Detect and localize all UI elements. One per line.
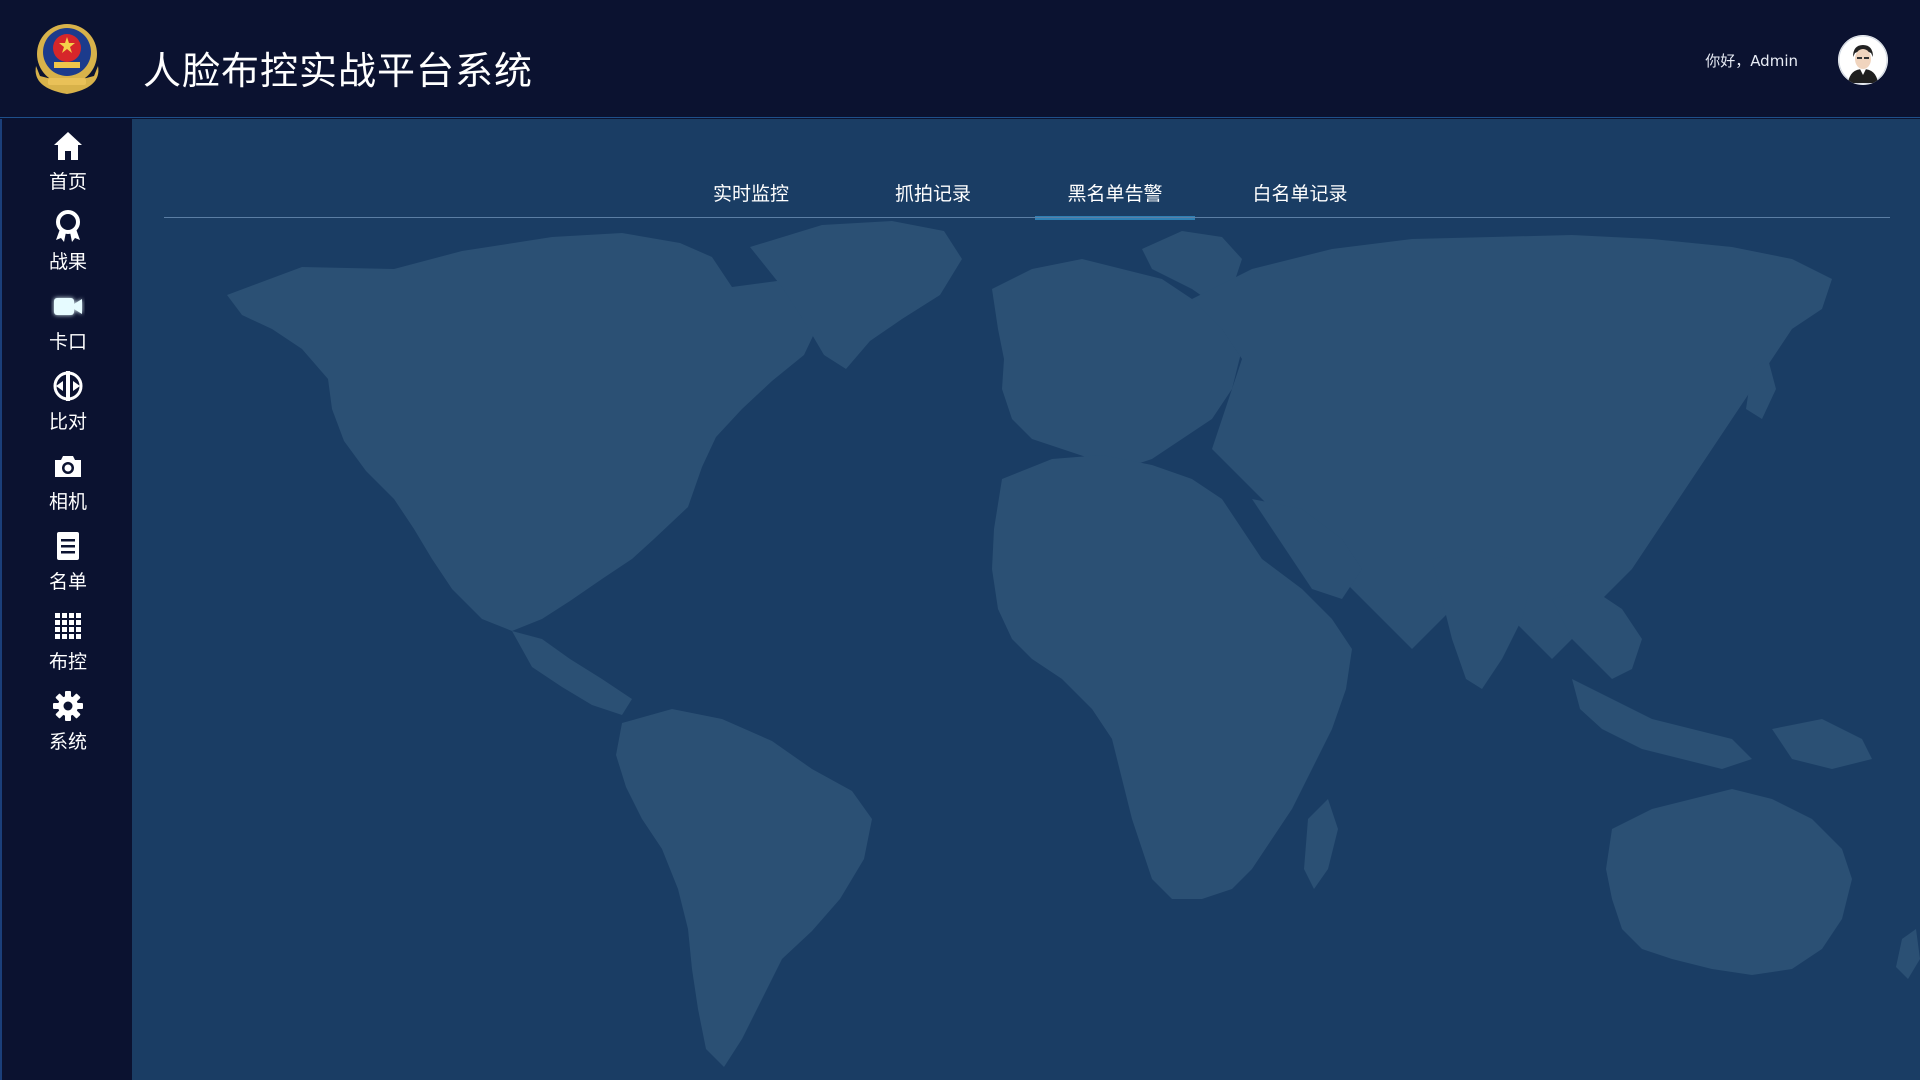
sidebar-item-label: 相机 (48, 491, 87, 513)
award-icon (56, 210, 80, 242)
sidebar-item-label: 名单 (48, 571, 87, 593)
app-title: 人脸布控实战平台系统 (143, 49, 534, 93)
sidebar-item-list[interactable]: 名单 (2, 529, 134, 609)
tab-live-monitor[interactable]: 实时监控 (698, 179, 804, 219)
grid-icon (55, 613, 81, 639)
sidebar-item-label: 布控 (48, 651, 87, 673)
sidebar-item-label: 比对 (48, 411, 87, 433)
sidebar-item-system[interactable]: 系统 (2, 689, 134, 769)
header: 人脸布控实战平台系统 你好，Admin (0, 0, 1920, 118)
sidebar-item-label: 首页 (48, 171, 87, 193)
user-avatar-icon[interactable] (1838, 35, 1888, 85)
sidebar-item-camera[interactable]: 相机 (2, 449, 134, 529)
tab-blacklist-alerts[interactable]: 黑名单告警 (1035, 179, 1195, 220)
police-emblem-icon (28, 18, 106, 96)
sidebar-item-label: 系统 (48, 731, 87, 753)
tab-capture-records[interactable]: 抓拍记录 (880, 179, 986, 219)
sidebar: 首页 战果 卡口 比对 相机 名单 布控 系统 (0, 119, 132, 1080)
tabs-divider (164, 217, 1890, 218)
gear-icon (53, 691, 83, 721)
compare-icon (53, 371, 83, 401)
camera-icon (55, 456, 81, 477)
document-icon (57, 532, 79, 560)
sidebar-item-label: 战果 (48, 251, 87, 273)
main-content: 实时监控 抓拍记录 黑名单告警 白名单记录 (132, 119, 1920, 1080)
world-map-icon (227, 221, 1920, 1067)
home-icon (54, 132, 82, 160)
user-greeting: 你好，Admin (1705, 52, 1798, 70)
sidebar-item-results[interactable]: 战果 (2, 209, 134, 289)
video-camera-icon (54, 298, 82, 315)
sidebar-item-checkpoint[interactable]: 卡口 (2, 289, 134, 369)
sidebar-item-home[interactable]: 首页 (2, 129, 134, 209)
sidebar-item-compare[interactable]: 比对 (2, 369, 134, 449)
tab-whitelist-records[interactable]: 白名单记录 (1233, 179, 1367, 219)
sidebar-item-deploy[interactable]: 布控 (2, 609, 134, 689)
sidebar-item-label: 卡口 (48, 331, 87, 353)
